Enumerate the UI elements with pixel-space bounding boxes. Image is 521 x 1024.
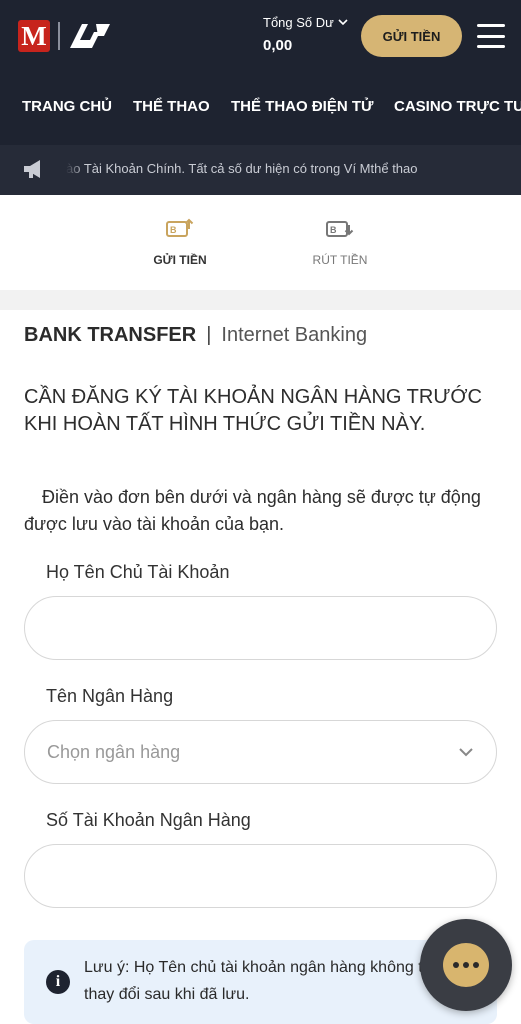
nav-item-home[interactable]: TRANG CHỦ [22, 98, 112, 115]
deposit-button[interactable]: GỬI TIỀN [361, 15, 462, 57]
deposit-icon: B [166, 218, 194, 237]
account-number-label: Số Tài Khoản Ngân Hàng [46, 810, 251, 830]
svg-text:B: B [170, 225, 177, 235]
transaction-tabs: B GỬI TIỀN B RÚT TIỀN [0, 195, 521, 290]
announcement-text: ào Tài Khoản Chính. Tất cả số dư hiện có… [66, 161, 418, 176]
section-divider [0, 290, 521, 310]
bank-name-select[interactable]: Chọn ngân hàng [24, 720, 497, 784]
chevron-down-icon [338, 19, 348, 26]
account-holder-input[interactable] [24, 596, 497, 660]
m88-logo[interactable]: M [18, 20, 50, 52]
hamburger-menu-icon[interactable] [477, 22, 505, 50]
nav-item-live-casino[interactable]: CASINO TRỰC TU [394, 98, 521, 115]
logo-divider [58, 22, 60, 50]
nav-item-esports[interactable]: THỂ THAO ĐIỆN TỬ [231, 98, 373, 115]
nav-item-sports[interactable]: THỂ THAO [133, 98, 210, 115]
live-chat-button[interactable] [420, 919, 512, 1011]
tab-deposit-label: GỬI TIỀN [153, 253, 207, 267]
partner-logo-icon [70, 24, 110, 48]
balance-label-text: Tổng Số Dư [263, 15, 334, 30]
announcement-bar: ào Tài Khoản Chính. Tất cả số dư hiện có… [0, 145, 521, 195]
chat-bubble-icon [443, 943, 489, 987]
account-number-input[interactable] [24, 844, 497, 908]
withdraw-icon: B [326, 221, 354, 237]
tab-deposit[interactable]: B GỬI TIỀN [135, 217, 225, 267]
megaphone-icon [24, 160, 40, 178]
info-note-text: Lưu ý: Họ Tên chủ tài khoản ngân hàng kh… [84, 959, 441, 1003]
method-secondary: Internet Banking [221, 324, 368, 346]
main-nav: TRANG CHỦ THỂ THAO THỂ THAO ĐIỆN TỬ CASI… [0, 92, 521, 122]
deposit-form-panel: BANK TRANSFER | Internet Banking CẦN ĐĂN… [0, 310, 521, 1024]
bank-name-placeholder: Chọn ngân hàng [47, 741, 181, 762]
method-primary: BANK TRANSFER [24, 324, 197, 346]
tab-withdraw[interactable]: B RÚT TIỀN [295, 217, 385, 267]
balance-value: 0,00 [263, 37, 293, 54]
bank-name-label: Tên Ngân Hàng [46, 686, 174, 706]
chevron-down-icon [459, 748, 473, 757]
registration-notice-title: CẦN ĐĂNG KÝ TÀI KHOẢN NGÂN HÀNG TRƯỚC KH… [24, 386, 482, 435]
info-icon: i [46, 970, 70, 994]
registration-notice-description: Điền vào đơn bên dưới và ngân hàng sẽ đư… [24, 487, 481, 534]
account-holder-label: Họ Tên Chủ Tài Khoản [46, 562, 230, 582]
svg-text:B: B [330, 225, 337, 235]
tab-withdraw-label: RÚT TIỀN [312, 253, 368, 267]
balance-label[interactable]: Tổng Số Dư [263, 15, 348, 30]
method-separator: | [206, 324, 212, 346]
payment-method-header: BANK TRANSFER | Internet Banking [24, 324, 367, 347]
top-header: M Tổng Số Dư 0,00 GỬI TIỀN TRANG CHỦ THỂ… [0, 0, 521, 145]
